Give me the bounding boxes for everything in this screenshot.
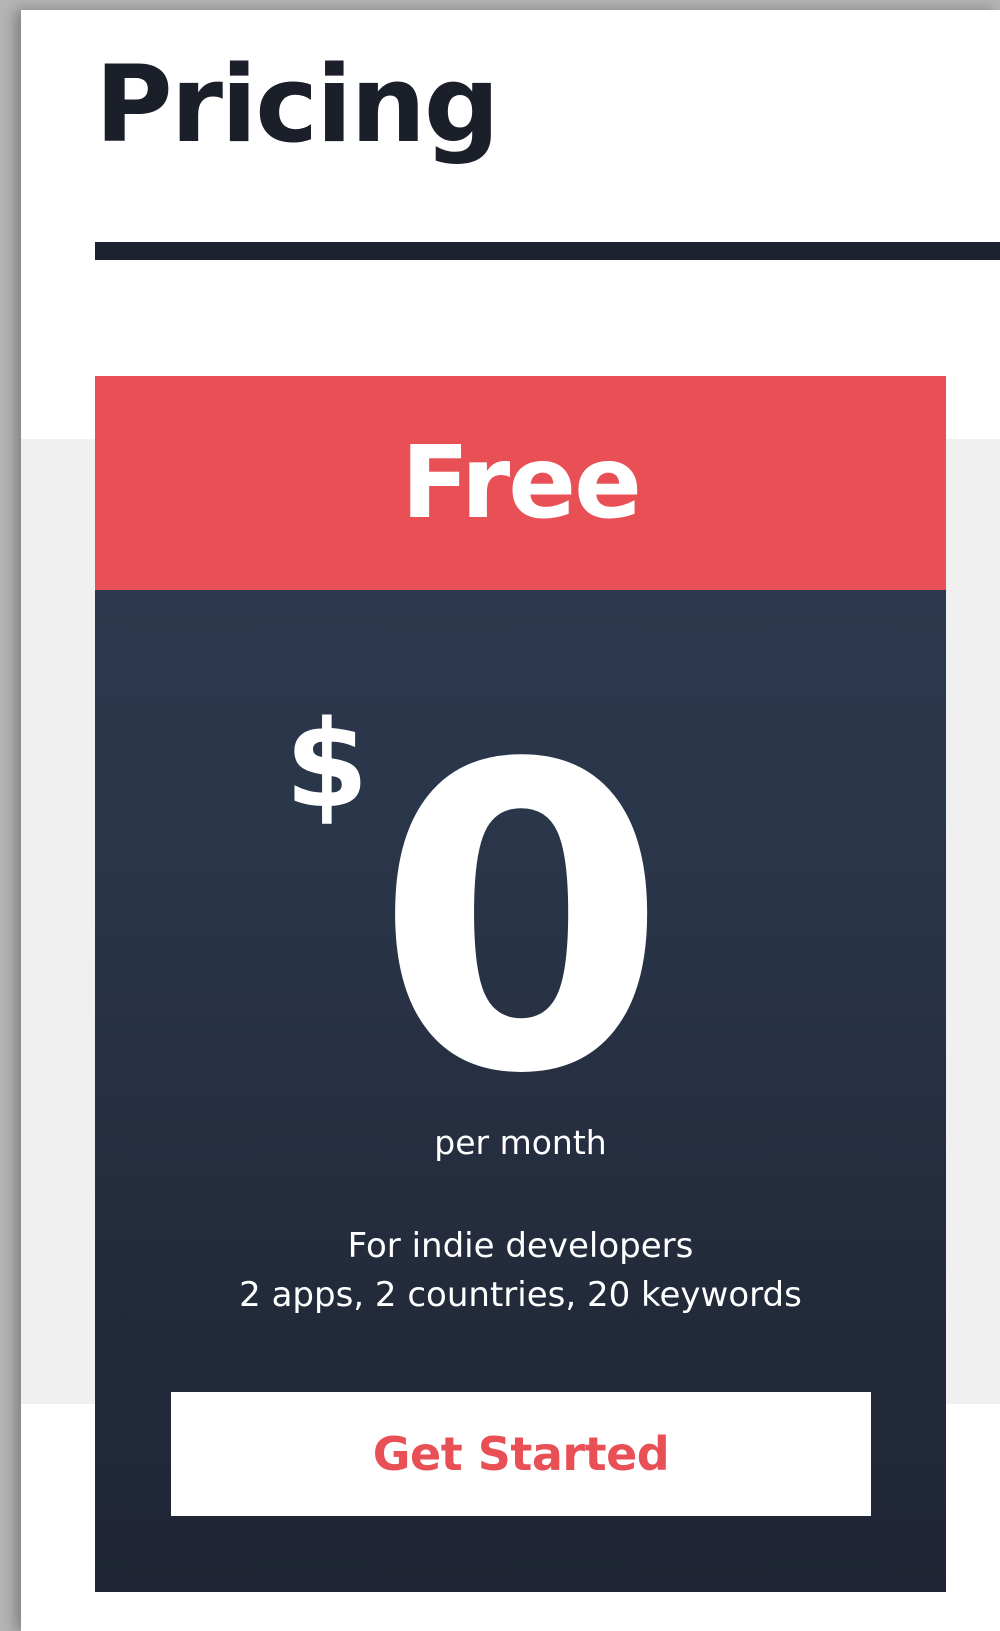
- plan-audience: For indie developers: [347, 1226, 694, 1266]
- billing-period: per month: [434, 1123, 607, 1162]
- pricing-card-free: Free $ 0 per month For indie developers …: [95, 376, 946, 1592]
- price-amount: 0: [375, 677, 668, 1166]
- get-started-button[interactable]: Get Started: [171, 1392, 871, 1516]
- title-underline-divider: [95, 242, 1000, 260]
- browser-viewport: Pricing Free $ 0 per month For indie dev…: [0, 0, 1000, 1631]
- page-title: Pricing: [95, 43, 500, 166]
- plan-header: Free: [95, 376, 946, 590]
- pricing-page: Pricing Free $ 0 per month For indie dev…: [21, 10, 1000, 1631]
- plan-limits: 2 apps, 2 countries, 20 keywords: [239, 1275, 802, 1315]
- plan-name: Free: [401, 424, 642, 541]
- currency-symbol: $: [285, 696, 369, 835]
